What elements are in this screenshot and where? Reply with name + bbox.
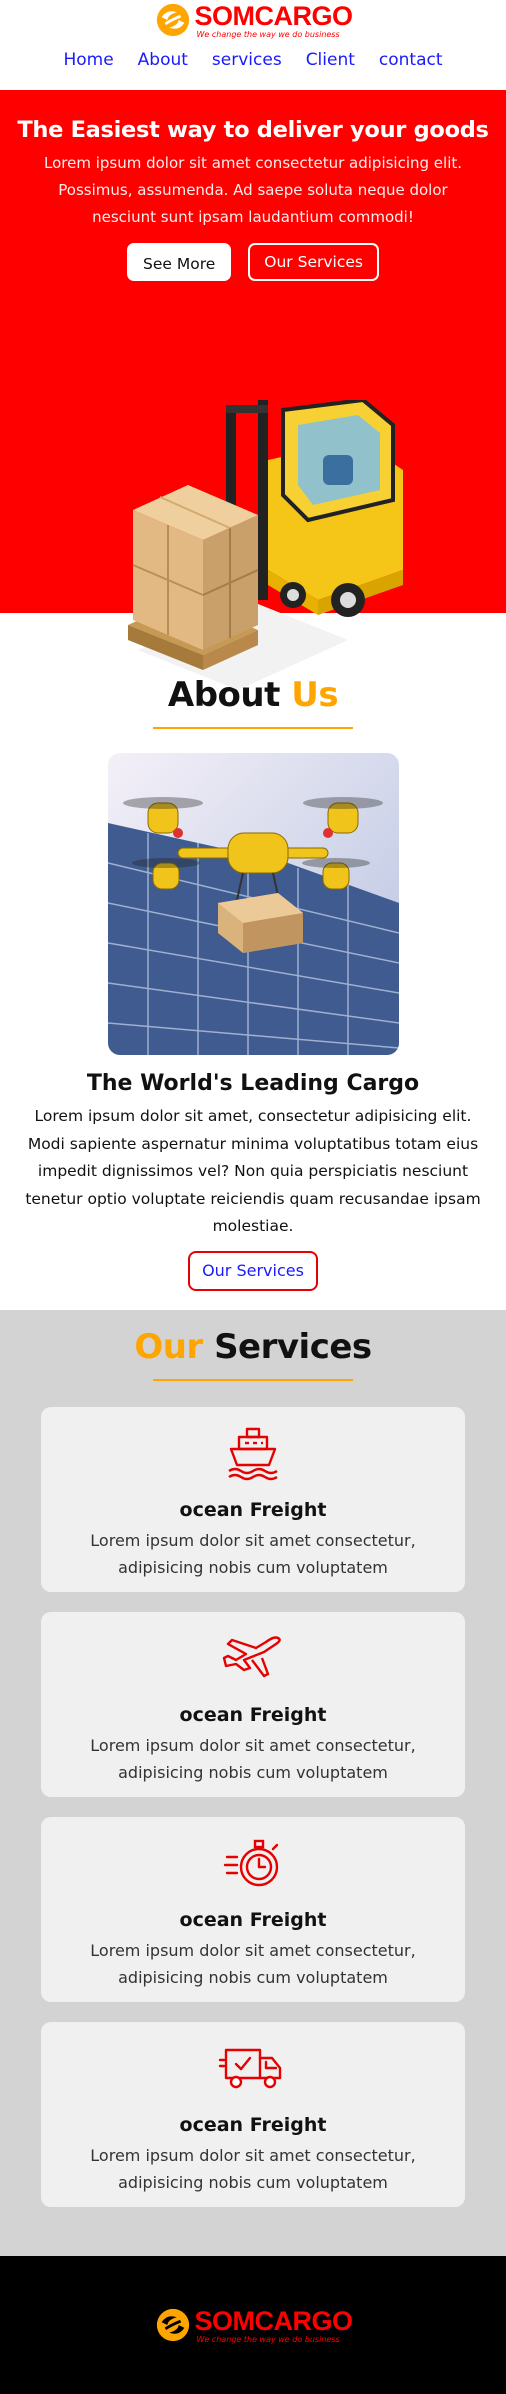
services-title-accent: Our [134, 1327, 203, 1367]
service-card-title: ocean Freight [179, 1704, 327, 1726]
forklift-illustration [128, 400, 403, 690]
service-card[interactable]: ocean Freight Lorem ipsum dolor sit amet… [41, 2022, 465, 2207]
hero-services-button[interactable]: Our Services [248, 243, 379, 281]
service-card-text: Lorem ipsum dolor sit amet consectetur, … [90, 1736, 416, 1782]
hero-section: The Easiest way to deliver your goods Lo… [0, 90, 506, 690]
brand-name: SOMCARGO [194, 0, 354, 31]
about-section: About Us The World's Leading Cargo Lorem… [0, 613, 506, 1310]
service-card-text: Lorem ipsum dolor sit amet consectetur, … [90, 2146, 416, 2192]
nav-link-client[interactable]: Client [306, 50, 355, 70]
stopwatch-icon [41, 1835, 465, 1891]
services-title-underline [153, 1379, 353, 1381]
main-nav: Home About services Client contact [63, 50, 442, 70]
site-header: SOMCARGO We change the way we do busines… [0, 0, 506, 90]
brand-tagline: We change the way we do business [196, 29, 340, 39]
brand-logo[interactable]: SOMCARGO We change the way we do busines… [154, 0, 353, 40]
about-subtitle: The World's Leading Cargo [86, 1071, 420, 1096]
about-services-button[interactable]: Our Services [188, 1250, 318, 1291]
services-title: Our Services [0, 1325, 506, 1369]
nav-link-services[interactable]: services [212, 50, 282, 70]
nav-link-home[interactable]: Home [63, 50, 113, 70]
services-title-main: Services [214, 1327, 372, 1367]
about-title-underline [153, 727, 353, 729]
service-card-text: Lorem ipsum dolor sit amet consectetur, … [90, 1941, 416, 1987]
nav-link-about[interactable]: About [138, 50, 188, 70]
service-card[interactable]: ocean Freight Lorem ipsum dolor sit amet… [41, 1817, 465, 2002]
service-cards: ocean Freight Lorem ipsum dolor sit amet… [0, 1407, 506, 2207]
service-card-title: ocean Freight [179, 2114, 327, 2136]
airplane-icon [41, 1630, 465, 1686]
site-footer: SOMCARGO We change the way we do busines… [0, 2256, 506, 2394]
drone-image [107, 753, 399, 1055]
logo-mark-icon [156, 3, 189, 37]
service-card-title: ocean Freight [179, 1909, 327, 1931]
logo-mark-icon [156, 2308, 189, 2342]
services-section: Our Services ocean Freight Lorem ipsum d… [0, 1310, 506, 2256]
hero-buttons: See More Our Services [0, 243, 506, 281]
service-card[interactable]: ocean Freight Lorem ipsum dolor sit amet… [41, 1407, 465, 1592]
service-card-text: Lorem ipsum dolor sit amet consectetur, … [90, 1531, 416, 1577]
nav-link-contact[interactable]: contact [379, 50, 443, 70]
see-more-button[interactable]: See More [127, 243, 232, 281]
footer-brand-tagline: We change the way we do business [196, 2334, 340, 2344]
service-card[interactable]: ocean Freight Lorem ipsum dolor sit amet… [41, 1612, 465, 1797]
delivery-truck-icon [41, 2040, 465, 2096]
footer-logo[interactable]: SOMCARGO We change the way we do busines… [154, 2305, 353, 2345]
service-card-title: ocean Freight [179, 1499, 327, 1521]
about-text: Lorem ipsum dolor sit amet, consectetur … [25, 1107, 481, 1235]
hero-title: The Easiest way to deliver your goods [17, 117, 489, 143]
footer-brand-name: SOMCARGO [194, 2305, 354, 2336]
hero-text: Lorem ipsum dolor sit amet consectetur a… [43, 154, 463, 226]
ship-icon [41, 1425, 465, 1481]
